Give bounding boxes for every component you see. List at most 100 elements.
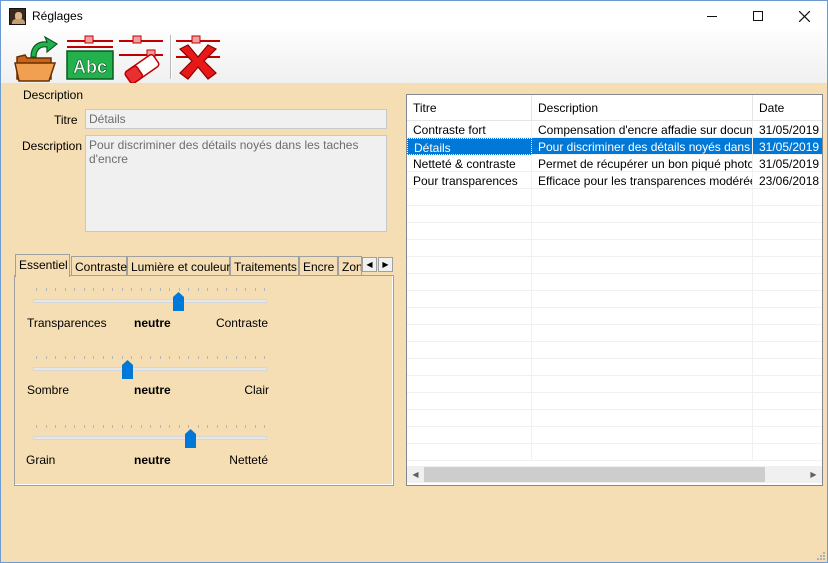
slider-tick — [45, 356, 47, 359]
toolbar-separator — [170, 35, 171, 79]
table-cell-titre — [407, 325, 532, 342]
table-cell-titre — [407, 240, 532, 257]
table-row[interactable]: Contraste fort Compensation d'encre affad… — [407, 121, 822, 138]
slider-tick — [36, 288, 37, 291]
table-row[interactable]: Détails Pour discriminer des détails noyé… — [407, 138, 822, 155]
table-cell-description — [532, 359, 753, 376]
delete-button[interactable] — [174, 33, 224, 83]
rename-button[interactable]: Abc — [63, 33, 117, 83]
slider-tick — [64, 356, 66, 359]
slider-tick — [112, 356, 113, 359]
table-row-empty — [407, 427, 822, 444]
toolbar: Abc — [1, 31, 827, 85]
table-cell-titre — [407, 274, 532, 291]
slider-tick — [112, 288, 113, 291]
resize-grip-icon[interactable] — [815, 550, 825, 560]
slider-tick — [235, 356, 237, 359]
table-cell-date: 31/05/2019 — [753, 138, 822, 155]
tab-zones[interactable]: Zon — [338, 256, 362, 276]
column-header-description[interactable]: Description — [532, 95, 753, 121]
table-cell-titre — [407, 359, 532, 376]
table-cell-titre — [407, 342, 532, 359]
slider-tick — [169, 425, 170, 428]
slider-tick — [131, 425, 132, 428]
slider-left-label: Sombre — [27, 383, 70, 397]
table-row-empty — [407, 325, 822, 342]
table-cell-date — [753, 189, 822, 206]
tab-scroll-left-button[interactable]: ◀ — [362, 257, 377, 272]
tab-contraste[interactable]: Contraste — [71, 256, 127, 276]
tab-traitements[interactable]: Traitements — [230, 256, 299, 276]
app-portrait-icon — [9, 8, 26, 25]
tab-lumiere-couleurs[interactable]: Lumière et couleurs — [127, 256, 236, 276]
slider-tick — [207, 425, 208, 428]
table-cell-titre — [407, 376, 532, 393]
table-row[interactable]: Netteté & contraste Permet de récupérer u… — [407, 155, 822, 172]
maximize-button[interactable] — [735, 1, 781, 31]
table-cell-date — [753, 223, 822, 240]
slider-tick — [121, 425, 123, 428]
slider-tick — [216, 356, 218, 359]
slider-tick — [140, 356, 142, 359]
slider-tick — [254, 288, 256, 291]
slider-track[interactable] — [33, 367, 267, 371]
slider-tick — [264, 356, 265, 359]
slider-tick — [178, 288, 180, 291]
rename-abc-icon: Abc — [66, 35, 114, 80]
slider-tick — [93, 425, 94, 428]
slider-thumb[interactable] — [173, 292, 185, 311]
table-cell-description — [532, 427, 753, 444]
table-row-empty — [407, 189, 822, 206]
settings-window: Réglages Abc Description Titre Détails D… — [0, 0, 828, 563]
slider-tick — [188, 425, 189, 428]
title-bar[interactable]: Réglages — [1, 1, 827, 31]
horizontal-scrollbar[interactable]: ◀ ▶ — [407, 466, 822, 483]
slider-tick — [93, 288, 94, 291]
table-cell-titre — [407, 206, 532, 223]
table-cell-titre — [407, 189, 532, 206]
table-cell-date — [753, 359, 822, 376]
close-button[interactable] — [781, 1, 827, 31]
slider-thumb[interactable] — [184, 429, 196, 448]
scroll-left-button[interactable]: ◀ — [407, 466, 424, 483]
scroll-right-button[interactable]: ▶ — [805, 466, 822, 483]
table-cell-date — [753, 444, 822, 461]
column-header-titre[interactable]: Titre — [407, 95, 532, 121]
slider-track[interactable] — [33, 436, 267, 440]
table-cell-date — [753, 206, 822, 223]
slider-track[interactable] — [33, 299, 267, 303]
table-row[interactable]: Pour transparences Efficace pour les tran… — [407, 172, 822, 189]
arrow-left-icon: ◀ — [412, 470, 419, 479]
slider-tick — [140, 288, 142, 291]
arrow-left-icon: ◀ — [366, 260, 373, 269]
table-cell-date — [753, 274, 822, 291]
slider-tick — [102, 356, 104, 359]
slider-tick — [235, 425, 237, 428]
slider-thumb[interactable] — [121, 360, 133, 379]
tab-scroll-right-button[interactable]: ▶ — [378, 257, 393, 272]
tab-encre[interactable]: Encre — [299, 256, 338, 276]
slider-tick — [245, 425, 246, 428]
table-cell-titre — [407, 308, 532, 325]
minimize-button[interactable] — [689, 1, 735, 31]
table-cell-date: 31/05/2019 — [753, 121, 822, 138]
scrollbar-thumb[interactable] — [424, 467, 765, 482]
column-header-date[interactable]: Date — [753, 95, 822, 121]
slider-tick — [197, 288, 199, 291]
table-cell-description: Compensation d'encre affadie sur docume.… — [532, 121, 753, 138]
slider-tick — [55, 425, 56, 428]
description-field[interactable]: Pour discriminer des détails noyés dans … — [85, 135, 387, 232]
table-cell-description — [532, 274, 753, 291]
table-cell-date — [753, 410, 822, 427]
erase-button[interactable] — [117, 33, 167, 85]
tab-essentiel[interactable]: Essentiel — [15, 254, 70, 277]
description-label: Description — [22, 139, 83, 153]
open-button[interactable] — [11, 33, 59, 83]
slider-tick — [112, 425, 113, 428]
title-field[interactable]: Détails — [85, 109, 387, 129]
slider-tick — [131, 288, 132, 291]
slider-tick — [197, 356, 199, 359]
table-row-empty — [407, 444, 822, 461]
arrow-right-icon: ▶ — [810, 470, 817, 479]
table-row-empty — [407, 274, 822, 291]
